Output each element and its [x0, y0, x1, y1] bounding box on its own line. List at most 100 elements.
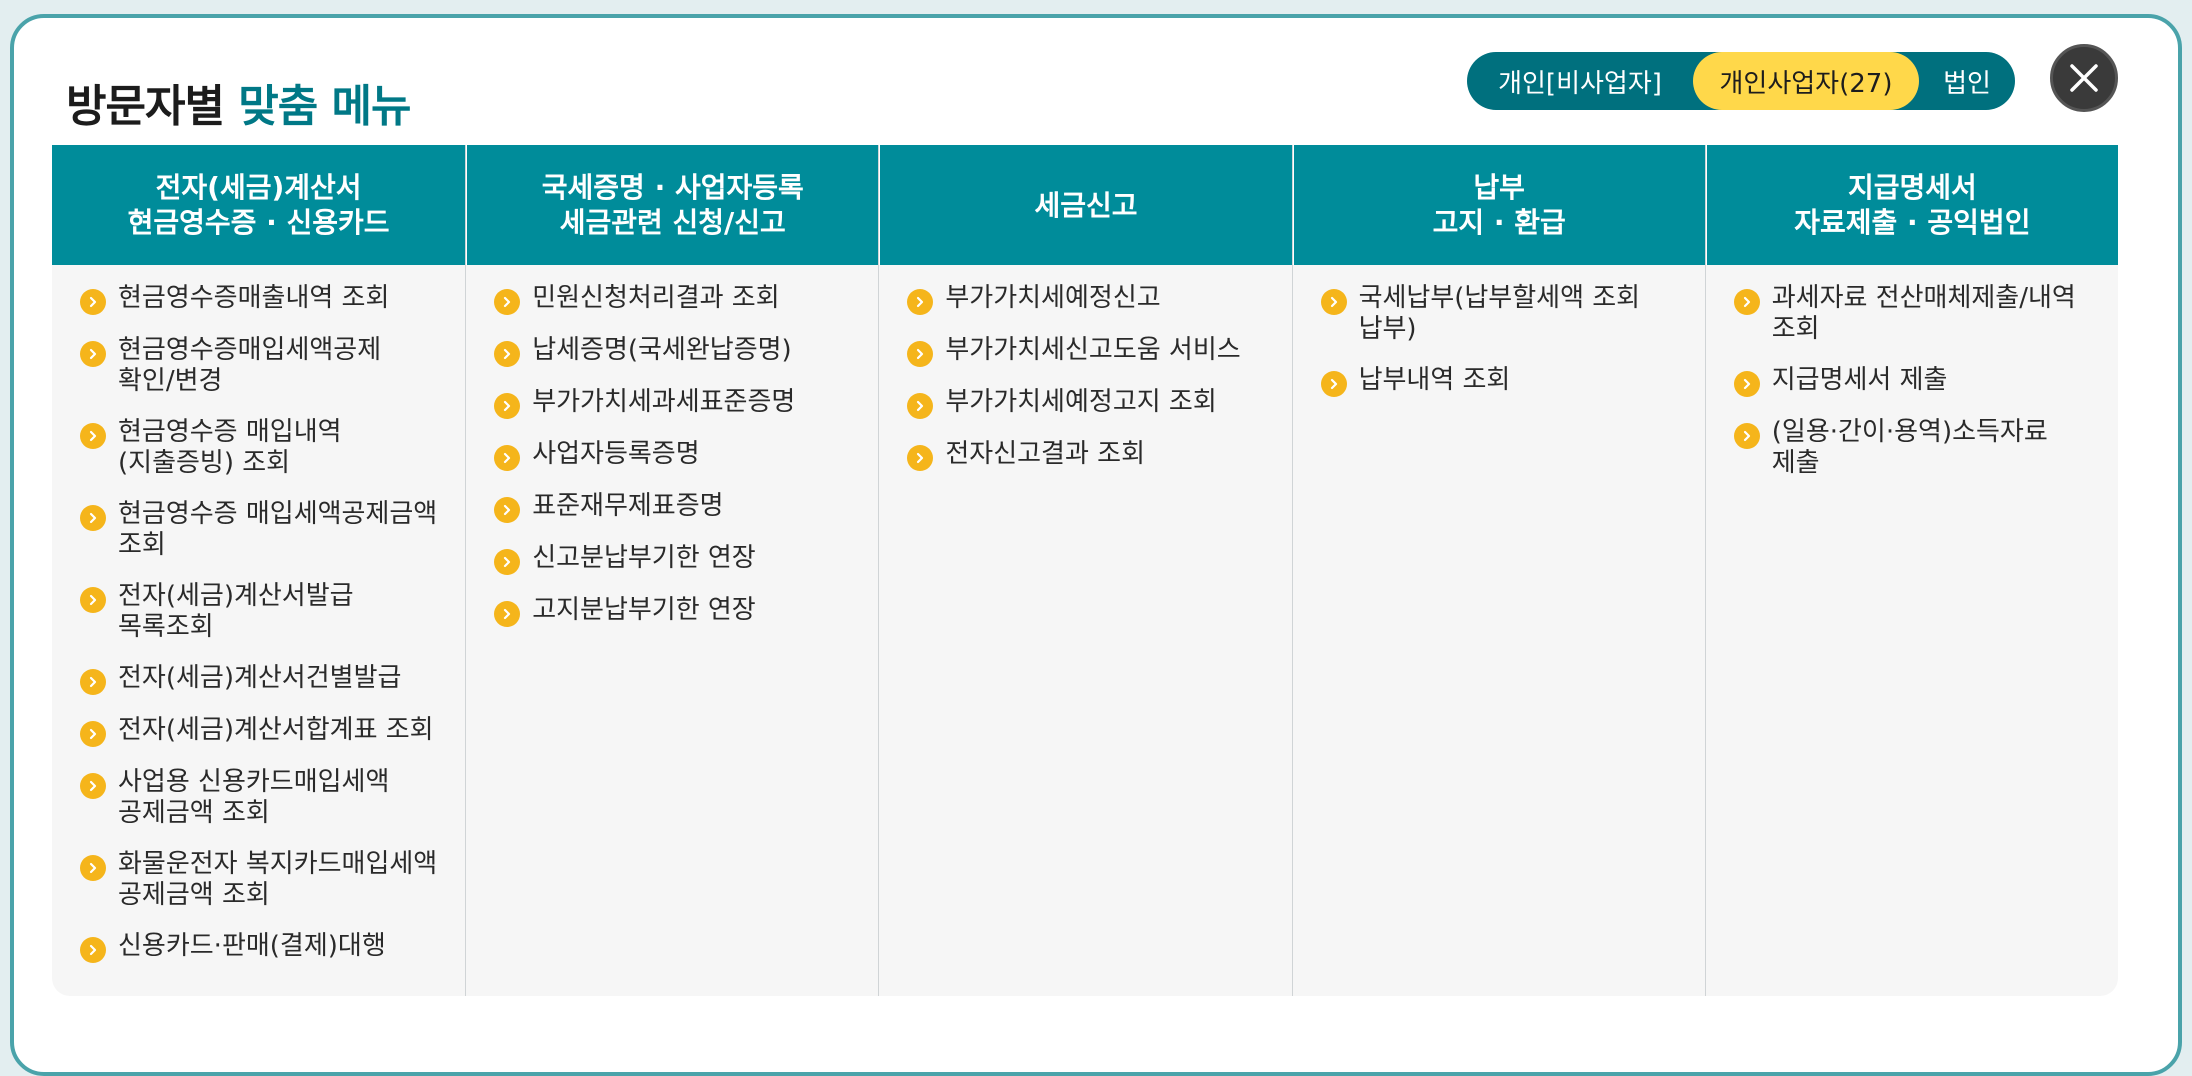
chevron-right-icon: [494, 341, 521, 367]
menu-link[interactable]: 과세자료 전산매체제출/내역 조회: [1733, 283, 2094, 345]
menu-link-label: 납세증명(국세완납증명): [532, 335, 792, 365]
menu-link-label: 과세자료 전산매체제출/내역 조회: [1771, 283, 2076, 344]
menu-link[interactable]: 신고분납부기한 연장: [494, 543, 854, 575]
menu-link[interactable]: 납세증명(국세완납증명): [494, 335, 854, 367]
menu-link[interactable]: 지급명세서 제출: [1733, 365, 2094, 397]
menu-link[interactable]: 표준재무제표증명: [494, 491, 854, 523]
column-header-line: 납부: [1473, 171, 1525, 204]
chevron-right-icon: [494, 549, 521, 575]
menu-link[interactable]: 현금영수증매입세액공제 확인/변경: [80, 335, 441, 397]
col-tax-filing: 세금신고부가가치세예정신고부가가치세신고도움 서비스부가가치세예정고지 조회전자…: [878, 145, 1292, 996]
menu-link[interactable]: 사업용 신용카드매입세액 공제금액 조회: [80, 767, 441, 829]
column-header-line: 세금신고: [1034, 188, 1138, 222]
menu-grid: 전자(세금)계산서 현금영수증 · 신용카드현금영수증매출내역 조회현금영수증매입…: [52, 145, 2118, 996]
chevron-right-icon: [1733, 371, 1760, 397]
chevron-right-icon: [1733, 423, 1760, 449]
menu-link-label: 국세납부(납부할세액 조회 납부): [1358, 283, 1641, 344]
chevron-right-icon: [494, 445, 521, 471]
menu-link-label: 지급명세서 제출: [1771, 365, 1948, 395]
menu-link-label: 부가가치세과세표준증명: [532, 387, 796, 417]
chevron-right-icon: [907, 393, 934, 419]
chevron-right-icon: [80, 669, 106, 695]
menu-link[interactable]: 사업자등록증명: [494, 439, 854, 471]
menu-link[interactable]: 부가가치세예정고지 조회: [907, 387, 1267, 419]
menu-link-label: 표준재무제표증명: [532, 491, 724, 521]
chevron-right-icon: [907, 341, 934, 367]
column-header-line: 전자(세금)계산서: [155, 171, 362, 204]
menu-link-label: 현금영수증 매입내역(지출증빙) 조회: [118, 417, 342, 478]
column-body: 과세자료 전산매체제출/내역 조회지급명세서 제출 (일용·간이·용역)소득자료 …: [1706, 265, 2118, 996]
column-header: 지급명세서 자료제출 · 공익법인: [1705, 145, 2118, 265]
chevron-right-icon: [907, 445, 934, 471]
column-header: 세금신고: [879, 145, 1292, 265]
column-header-line: 국세증명 · 사업자등록: [541, 171, 804, 204]
menu-link-label: 전자신고결과 조회: [945, 439, 1145, 469]
menu-link[interactable]: 민원신청처리결과 조회: [494, 283, 854, 315]
menu-link-label: 민원신청처리결과 조회: [532, 283, 780, 313]
menu-link-label: 화물운전자 복지카드매입세액 공제금액 조회: [118, 849, 438, 910]
visitor-type-toggle: 개인[비사업자] 개인사업자(27) 법인: [1467, 52, 2015, 110]
chevron-right-icon: [80, 855, 106, 881]
close-icon: [2070, 64, 2098, 92]
column-body: 부가가치세예정신고부가가치세신고도움 서비스부가가치세예정고지 조회전자신고결과…: [879, 265, 1291, 996]
column-header-line: 세금관련 신청/신고: [559, 206, 786, 239]
toggle-corporation[interactable]: 법인: [1919, 52, 2015, 110]
column-header-line: 고지 · 환급: [1432, 206, 1566, 239]
menu-link-label: 고지분납부기한 연장: [532, 595, 756, 625]
menu-link-label: 부가가치세신고도움 서비스: [945, 335, 1241, 365]
chevron-right-icon: [907, 289, 934, 315]
chevron-right-icon: [80, 773, 106, 799]
menu-link[interactable]: 전자신고결과 조회: [907, 439, 1267, 471]
column-header: 납부 고지 · 환급: [1292, 145, 1705, 265]
chevron-right-icon: [80, 341, 106, 367]
column-body: 현금영수증매출내역 조회현금영수증매입세액공제 확인/변경현금영수증 매입내역(…: [52, 265, 465, 996]
menu-link[interactable]: 현금영수증 매입세액공제금액 조회: [80, 499, 441, 561]
chevron-right-icon: [494, 601, 521, 627]
menu-link[interactable]: 전자(세금)계산서합계표 조회: [80, 715, 441, 747]
menu-link-label: 신고분납부기한 연장: [532, 543, 756, 573]
menu-link-label: (일용·간이·용역)소득자료 제출: [1771, 417, 2048, 478]
menu-link-label: 전자(세금)계산서합계표 조회: [118, 715, 434, 745]
chevron-right-icon: [80, 587, 106, 613]
close-button[interactable]: [2050, 44, 2118, 112]
modal-title: 방문자별 맞춤 메뉴: [66, 70, 412, 134]
title-main: 방문자별: [66, 81, 225, 132]
menu-link[interactable]: 국세납부(납부할세액 조회 납부): [1320, 283, 1681, 345]
menu-link[interactable]: 고지분납부기한 연장: [494, 595, 854, 627]
column-body: 민원신청처리결과 조회납세증명(국세완납증명) 부가가치세과세표준증명사업자등록증…: [466, 265, 878, 996]
menu-link-label: 전자(세금)계산서건별발급: [118, 663, 402, 693]
col-certificates: 국세증명 · 사업자등록 세금관련 신청/신고민원신청처리결과 조회납세증명(국세…: [465, 145, 879, 996]
menu-link[interactable]: 신용카드·판매(결제)대행: [80, 931, 441, 963]
chevron-right-icon: [80, 505, 106, 531]
chevron-right-icon: [1320, 371, 1347, 397]
toggle-individual-business[interactable]: 개인사업자(27): [1693, 52, 1919, 110]
menu-link-label: 부가가치세예정고지 조회: [945, 387, 1217, 417]
menu-link-label: 현금영수증매입세액공제 확인/변경: [118, 335, 382, 396]
column-header-line: 자료제출 · 공익법인: [1794, 206, 2031, 239]
menu-link[interactable]: 현금영수증 매입내역(지출증빙) 조회: [80, 417, 441, 479]
menu-link[interactable]: 부가가치세예정신고: [907, 283, 1267, 315]
menu-link-label: 부가가치세예정신고: [945, 283, 1161, 313]
menu-link-label: 사업용 신용카드매입세액 공제금액 조회: [118, 767, 390, 828]
menu-link[interactable]: 전자(세금)계산서건별발급: [80, 663, 441, 695]
chevron-right-icon: [80, 721, 106, 747]
chevron-right-icon: [1320, 289, 1347, 315]
menu-link-label: 전자(세금)계산서발급 목록조회: [118, 581, 354, 642]
chevron-right-icon: [494, 393, 521, 419]
chevron-right-icon: [1733, 289, 1760, 315]
menu-link[interactable]: 화물운전자 복지카드매입세액 공제금액 조회: [80, 849, 441, 911]
column-header: 전자(세금)계산서 현금영수증 · 신용카드: [52, 145, 466, 265]
menu-link[interactable]: (일용·간이·용역)소득자료 제출: [1733, 417, 2094, 479]
menu-link[interactable]: 부가가치세신고도움 서비스: [907, 335, 1267, 367]
toggle-individual-non-business[interactable]: 개인[비사업자]: [1467, 52, 1693, 110]
menu-link[interactable]: 부가가치세과세표준증명: [494, 387, 854, 419]
menu-link-label: 현금영수증매출내역 조회: [118, 283, 390, 313]
menu-link[interactable]: 전자(세금)계산서발급 목록조회: [80, 581, 441, 643]
menu-link[interactable]: 납부내역 조회: [1320, 365, 1681, 397]
column-body: 국세납부(납부할세액 조회 납부) 납부내역 조회: [1293, 265, 1705, 996]
menu-link-label: 신용카드·판매(결제)대행: [118, 931, 386, 961]
menu-link-label: 사업자등록증명: [532, 439, 700, 469]
column-header-line: 지급명세서: [1847, 171, 1977, 204]
menu-link[interactable]: 현금영수증매출내역 조회: [80, 283, 441, 315]
column-header-line: 현금영수증 · 신용카드: [127, 206, 390, 239]
